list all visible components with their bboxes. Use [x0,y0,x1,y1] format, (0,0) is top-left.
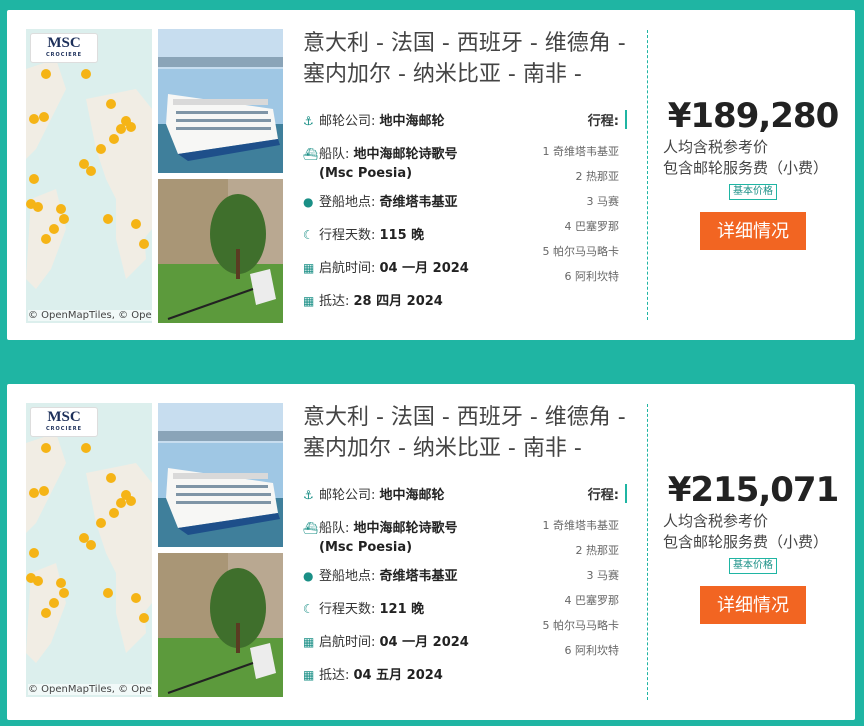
itinerary-stop: 5 帕尔马马略卡 [542,619,620,632]
depart-row: ▦ 启航时间: 04 一月 2024 [303,259,483,278]
company-label: 邮轮公司: [319,488,380,503]
fleet-row: ⛴ 船队: 地中海邮轮诗歌号 (Msc Poesia) [303,519,483,557]
route-map[interactable]: MSC CROCIERE © OpenMapTiles, © Ope [26,29,152,323]
arrive-label: 抵达: [319,294,354,309]
itinerary-list: 1 奇维塔韦基亚 2 热那亚 3 马赛 4 巴塞罗那 5 帕尔马马略卡 6 阿利… [507,513,620,663]
calendar-icon: ▦ [303,635,315,649]
calendar-icon: ▦ [303,294,315,308]
company-value: 地中海邮轮 [379,114,445,129]
port-row: ● 登船地点: 奇维塔韦基亚 [303,567,483,586]
depart-row: ▦ 启航时间: 04 一月 2024 [303,633,483,652]
depart-label: 启航时间: [319,635,380,650]
price-note-service-fee: 包含邮轮服务费（小费） [663,159,829,177]
price: ¥215,071 [667,470,840,510]
cruise-info: ⚓ 邮轮公司: 地中海邮轮 ⛴ 船队: 地中海邮轮诗歌号 (Msc Poesia… [303,112,483,325]
port-label: 登船地点: [319,195,380,210]
ship-photo[interactable] [158,403,283,547]
price-box: ¥215,071 人均含税参考价 包含邮轮服务费（小费） 基本价格 详细情况 [655,469,851,624]
anchor-icon: ⚓ [303,488,314,502]
price-box: ¥189,280 人均含税参考价 包含邮轮服务费（小费） 基本价格 详细情况 [655,95,851,250]
arrive-label: 抵达: [319,668,354,683]
map-graphic [26,59,152,289]
itinerary-stop: 4 巴塞罗那 [564,594,620,607]
port-value: 奇维塔韦基亚 [379,195,458,210]
msc-logo: MSC CROCIERE [30,33,98,63]
divider [647,30,648,320]
days-label: 行程天数: [319,228,380,243]
arrive-value: 04 五月 2024 [353,668,443,683]
map-attribution: © OpenMapTiles, © Ope [28,684,152,695]
calendar-icon: ▦ [303,668,315,682]
msc-logo: MSC CROCIERE [30,407,98,437]
cruise-card: MSC CROCIERE © OpenMapTiles, © Ope 意大利 -… [7,384,855,720]
arrive-value: 28 四月 2024 [353,294,443,309]
price-note-per-person: 人均含税参考价 [663,138,769,156]
itinerary-stop: 2 热那亚 [575,170,620,183]
itinerary-stop: 3 马赛 [586,569,620,582]
itinerary: 行程: 1 奇维塔韦基亚 2 热那亚 3 马赛 4 巴塞罗那 5 帕尔马马略卡 … [507,110,627,289]
map-graphic [26,433,152,663]
company-label: 邮轮公司: [319,114,380,129]
price-note-service-fee: 包含邮轮服务费（小费） [663,533,829,551]
fleet-label: 船队: [319,147,354,162]
ship-icon: ⛴ [303,521,319,535]
itinerary-title: 行程: [588,484,627,503]
company-value: 地中海邮轮 [379,488,445,503]
fleet-row: ⛴ 船队: 地中海邮轮诗歌号 (Msc Poesia) [303,145,483,183]
divider [647,404,648,700]
port-row: ● 登船地点: 奇维塔韦基亚 [303,193,483,212]
itinerary-stop: 4 巴塞罗那 [564,220,620,233]
moon-icon: ☾ [303,228,314,242]
itinerary-title: 行程: [588,110,627,129]
port-value: 奇维塔韦基亚 [379,569,458,584]
base-price-badge: 基本价格 [729,558,777,574]
location-pin-icon: ● [303,195,314,209]
depart-value: 04 一月 2024 [379,261,469,276]
fleet-label: 船队: [319,521,354,536]
itinerary-stop: 1 奇维塔韦基亚 [542,519,620,532]
cruise-card: MSC CROCIERE © OpenMapTiles, © Ope 意大利 -… [7,10,855,340]
depart-value: 04 一月 2024 [379,635,469,650]
cruise-info: ⚓ 邮轮公司: 地中海邮轮 ⛴ 船队: 地中海邮轮诗歌号 (Msc Poesia… [303,486,483,699]
itinerary-stop: 1 奇维塔韦基亚 [542,145,620,158]
itinerary-list: 1 奇维塔韦基亚 2 热那亚 3 马赛 4 巴塞罗那 5 帕尔马马略卡 6 阿利… [507,139,620,289]
itinerary-stop: 2 热那亚 [575,544,620,557]
map-attribution: © OpenMapTiles, © Ope [28,310,152,321]
itinerary-stop: 6 阿利坎特 [564,644,620,657]
days-value: 115 晚 [379,228,425,243]
days-row: ☾ 行程天数: 121 晚 [303,600,483,619]
ship-photo[interactable] [158,29,283,173]
base-price-badge: 基本价格 [729,184,777,200]
days-row: ☾ 行程天数: 115 晚 [303,226,483,245]
price: ¥189,280 [667,96,840,136]
port-label: 登船地点: [319,569,380,584]
days-value: 121 晚 [379,602,425,617]
price-note-per-person: 人均含税参考价 [663,512,769,530]
port-photo[interactable] [158,553,283,697]
days-label: 行程天数: [319,602,380,617]
itinerary-stop: 3 马赛 [586,195,620,208]
details-button[interactable]: 详细情况 [700,586,806,624]
itinerary-stop: 6 阿利坎特 [564,270,620,283]
company-row: ⚓ 邮轮公司: 地中海邮轮 [303,486,483,505]
arrive-row: ▦ 抵达: 28 四月 2024 [303,292,483,311]
ship-icon: ⛴ [303,147,319,161]
cruise-title[interactable]: 意大利 - 法国 - 西班牙 - 维德角 - 塞内加尔 - 纳米比亚 - 南非 … [303,402,633,464]
itinerary: 行程: 1 奇维塔韦基亚 2 热那亚 3 马赛 4 巴塞罗那 5 帕尔马马略卡 … [507,484,627,663]
arrive-row: ▦ 抵达: 04 五月 2024 [303,666,483,685]
route-map[interactable]: MSC CROCIERE © OpenMapTiles, © Ope [26,403,152,697]
cruise-title[interactable]: 意大利 - 法国 - 西班牙 - 维德角 - 塞内加尔 - 纳米比亚 - 南非 … [303,28,633,90]
anchor-icon: ⚓ [303,114,314,128]
itinerary-stop: 5 帕尔马马略卡 [542,245,620,258]
moon-icon: ☾ [303,602,314,616]
location-pin-icon: ● [303,569,314,583]
depart-label: 启航时间: [319,261,380,276]
details-button[interactable]: 详细情况 [700,212,806,250]
calendar-icon: ▦ [303,261,315,275]
port-photo[interactable] [158,179,283,323]
company-row: ⚓ 邮轮公司: 地中海邮轮 [303,112,483,131]
